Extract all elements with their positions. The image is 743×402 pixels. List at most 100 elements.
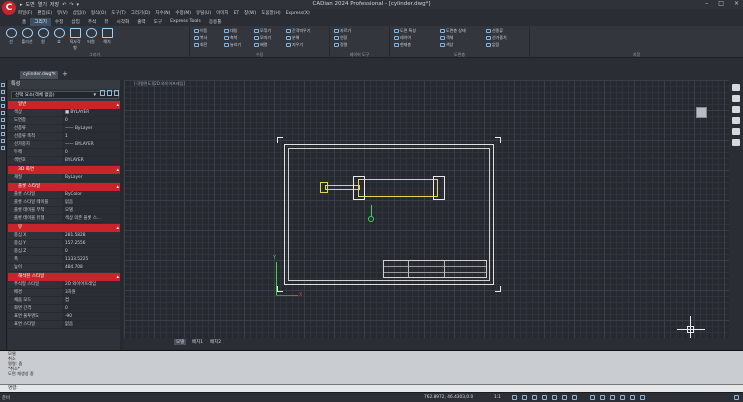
align-button[interactable]: 정렬 [334, 42, 347, 48]
menu-item[interactable]: 유틸(U) [196, 10, 211, 16]
menu-item[interactable]: 치수(N) [155, 10, 170, 16]
viewcube[interactable] [696, 107, 707, 118]
property-value[interactable]: 없음 [62, 199, 122, 206]
mirror-button[interactable]: 대칭 [224, 28, 237, 34]
property-value[interactable]: 1133.5225 [62, 256, 122, 263]
property-row[interactable]: 플롯 스타일 ByColor [8, 191, 122, 199]
property-row[interactable]: 채움 모드 켬 [8, 297, 122, 305]
ribbon-tab[interactable]: 삽입 [67, 18, 83, 26]
osnap-icon[interactable] [552, 395, 557, 400]
hatch-tool[interactable]: 해치 [100, 28, 114, 45]
property-value[interactable]: 0 [62, 117, 122, 124]
menu-item[interactable]: 파일(F) [18, 10, 32, 16]
menu-item[interactable]: 이미지 [216, 10, 228, 16]
property-row[interactable]: 재질 ByLayer [8, 174, 122, 182]
menu-item[interactable]: 편집(E) [37, 10, 52, 16]
qat-menu-icon[interactable]: ▸ [20, 2, 23, 8]
hardware-accel-icon[interactable] [630, 395, 635, 400]
property-value[interactable]: 0 [62, 248, 122, 255]
property-row[interactable]: 두께 0 [8, 149, 122, 157]
menu-item[interactable]: 창(W) [244, 10, 256, 16]
menu-item[interactable]: 삽입(I) [73, 10, 86, 16]
properties-section-header[interactable]: 3D 화면 [8, 166, 122, 174]
polar-icon[interactable] [542, 395, 547, 400]
menu-item[interactable]: 도움말(H) [261, 10, 280, 16]
drawing-canvas[interactable]: [-][평면도][2D 와이어프레임] Y X [124, 80, 729, 338]
zoom-extents-icon[interactable] [732, 117, 740, 124]
current-layer-button[interactable]: 현재층 [394, 42, 411, 48]
property-row[interactable]: 주석형 스타일 2D 와이어프레임 [8, 281, 122, 289]
maximize-icon[interactable]: □ [718, 0, 724, 7]
arc-tool[interactable]: 호 [52, 28, 66, 45]
copy-button[interactable]: 복사 [194, 35, 207, 41]
line-tool[interactable]: 선 [4, 28, 18, 45]
steering-wheel-icon[interactable] [732, 139, 740, 146]
toggle-pickadd-icon[interactable] [100, 90, 105, 96]
property-row[interactable]: 화면 간격 0 [8, 305, 122, 313]
properties-section-header[interactable]: 플롯 스타일 [8, 183, 122, 191]
ortho-icon[interactable] [532, 395, 537, 400]
property-row[interactable]: 표면 불투명도 -90 [8, 313, 122, 321]
property-row[interactable]: 색번호 BYLAYER [8, 157, 122, 165]
property-value[interactable]: 색상 의존 플롯 스... [62, 215, 122, 222]
ribbon-tab[interactable]: 응용툴 [205, 18, 226, 26]
command-history[interactable]: 모델 취소 명령: 줌 *취소* 도면 재생성 중 [0, 350, 743, 384]
menu-item[interactable]: 형식(O) [91, 10, 106, 16]
app-logo[interactable]: C [2, 1, 16, 15]
tab-model[interactable]: 모델 [174, 339, 187, 345]
property-value[interactable]: ByColor [62, 191, 122, 198]
property-row[interactable]: 표면 스타일 없음 [8, 321, 122, 329]
showmotion-icon[interactable] [732, 128, 740, 135]
menu-item[interactable]: 뷰(V) [57, 10, 68, 16]
properties-section-header[interactable]: 일반 [8, 101, 122, 109]
linetype-button[interactable]: 선종류 [486, 28, 503, 34]
qat-customize-button[interactable]: ▾ [77, 2, 80, 8]
property-value[interactable]: 3차원 [62, 289, 122, 296]
qat-redo-button[interactable]: ↷ [69, 2, 73, 8]
property-value[interactable]: 484.708 [62, 264, 122, 271]
property-row[interactable]: 선종류 축척 1 [8, 133, 122, 141]
none-button[interactable]: 없음 [486, 42, 499, 48]
close-icon[interactable]: × [734, 0, 739, 7]
rotate-button[interactable]: 회전 [194, 42, 207, 48]
menu-item[interactable]: Express(X) [286, 11, 310, 16]
tab-layout1[interactable]: 배치1 [190, 339, 205, 345]
property-value[interactable]: —— BYLAYER [62, 141, 122, 148]
ribbon-tab[interactable]: 수정 [51, 18, 67, 26]
ribbon-tab[interactable]: 시각화 [113, 18, 134, 26]
object-button[interactable]: 객체 [440, 35, 453, 41]
ribbon-tab-active[interactable]: 그리기 [30, 17, 51, 26]
customize-icon[interactable] [734, 395, 739, 400]
dimension-icon[interactable] [1, 139, 5, 143]
block-icon[interactable] [1, 146, 5, 150]
zoom-icon[interactable] [732, 95, 740, 102]
menu-item[interactable]: 도구(T) [111, 10, 126, 16]
qat-open-button[interactable]: 열기 [38, 1, 47, 8]
property-value[interactable]: 0 [62, 305, 122, 312]
property-row[interactable]: 배경 3차원 [8, 289, 122, 297]
trim-button[interactable]: 자르기 [334, 28, 351, 34]
text-icon[interactable] [1, 125, 5, 129]
property-row[interactable]: 중심 Y 157.2556 [8, 240, 122, 248]
property-row[interactable]: 폭 1133.5225 [8, 256, 122, 264]
layer-state-button[interactable]: 도면층 상태 [440, 28, 466, 34]
workspace-icon[interactable] [600, 395, 605, 400]
orbit-icon[interactable] [732, 106, 740, 113]
viewport-controls[interactable]: [-][평면도][2D 와이어프레임] [134, 81, 185, 87]
qat-undo-button[interactable]: ↶ [62, 2, 66, 8]
clean-screen-icon[interactable] [640, 395, 645, 400]
ribbon-tab[interactable]: 홈 [18, 18, 30, 26]
property-row[interactable]: 플롯 스타일 테이블 없음 [8, 199, 122, 207]
ribbon-tab[interactable]: 주석 [84, 18, 100, 26]
menu-item[interactable]: ET [234, 11, 240, 16]
annotation-icon[interactable] [590, 395, 595, 400]
property-value[interactable]: 1 [62, 133, 122, 140]
property-value[interactable]: 281.5828 [62, 232, 122, 239]
polyline-tool[interactable]: 폴리선 [20, 28, 34, 45]
select-objects-icon[interactable] [107, 90, 112, 96]
explode-button[interactable]: 분해 [286, 35, 299, 41]
lineweight-button[interactable]: 선가중치 [486, 35, 507, 41]
arc-icon[interactable] [1, 111, 5, 115]
property-value[interactable]: ByLayer [62, 174, 122, 181]
property-value[interactable]: 157.2556 [62, 240, 122, 247]
